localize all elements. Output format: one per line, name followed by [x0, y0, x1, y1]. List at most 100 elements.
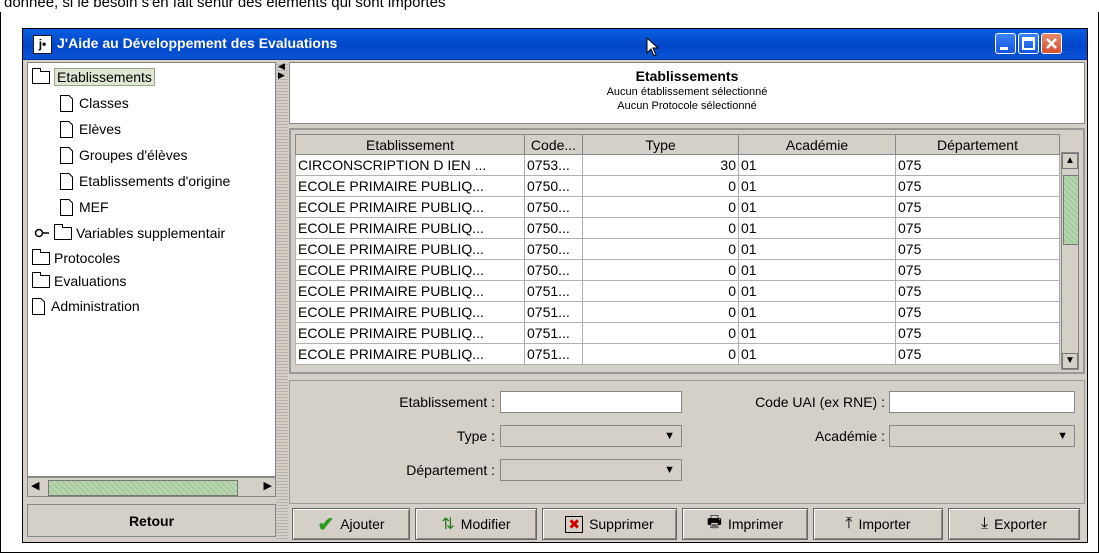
- tree-item-label: Etablissements d'origine: [79, 173, 231, 189]
- collapse-left-icon[interactable]: ◀ ▶: [278, 62, 285, 80]
- cell-type: 0: [582, 217, 739, 239]
- navigation-tree[interactable]: Etablissements Classes Elèves Groupes d'…: [27, 62, 276, 477]
- tree-horizontal-scrollbar[interactable]: ◀ ▶: [27, 477, 276, 497]
- cell-academie: 01: [738, 196, 896, 218]
- close-button[interactable]: [1041, 33, 1062, 54]
- tree-item-eleves[interactable]: Elèves: [60, 119, 121, 139]
- tree-item-label: Classes: [79, 95, 129, 111]
- table-row[interactable]: CIRCONSCRIPTION D IEN ... 0753... 30 01 075: [295, 154, 1060, 176]
- table-row[interactable]: ECOLE PRIMAIRE PUBLIQ... 0750... 0 01 075: [295, 259, 1060, 281]
- code-uai-label: Code UAI (ex RNE) :: [755, 394, 885, 410]
- tree-item-etablissements[interactable]: Etablissements: [32, 67, 155, 87]
- code-uai-input[interactable]: [889, 391, 1075, 413]
- tree-item-classes[interactable]: Classes: [60, 93, 129, 113]
- cell-academie: 01: [738, 154, 896, 176]
- tree-item-administration[interactable]: Administration: [32, 296, 140, 316]
- printer-icon: 🖶: [706, 513, 722, 531]
- cell-code: 0750...: [524, 238, 583, 260]
- scroll-left-icon[interactable]: ◀: [31, 479, 39, 492]
- title-bar[interactable]: j• J'Aide au Développement des Evaluatio…: [23, 29, 1087, 60]
- cell-code: 0751...: [524, 280, 583, 302]
- filter-form: Etablissement : Code UAI (ex RNE) : Type…: [289, 380, 1085, 504]
- cell-code: 0751...: [524, 343, 583, 365]
- tree-item-protocoles[interactable]: Protocoles: [32, 248, 120, 268]
- print-button-label: Imprimer: [727, 516, 784, 532]
- maximize-button[interactable]: [1018, 33, 1039, 54]
- cell-academie: 01: [738, 301, 896, 323]
- column-header-academie[interactable]: Académie: [738, 134, 896, 155]
- cell-departement: 075: [895, 280, 1060, 302]
- cell-code: 0750...: [524, 217, 583, 239]
- cell-departement: 075: [895, 154, 1060, 176]
- expand-handle-icon[interactable]: [34, 228, 50, 238]
- scroll-up-icon[interactable]: ▲: [1062, 153, 1078, 169]
- cell-departement: 075: [895, 301, 1060, 323]
- cell-academie: 01: [738, 238, 896, 260]
- section-title: Etablissements: [635, 68, 739, 84]
- table-row[interactable]: ECOLE PRIMAIRE PUBLIQ... 0750... 0 01 075: [295, 175, 1060, 197]
- cell-type: 0: [582, 301, 739, 323]
- section-header: Etablissements Aucun établissement sélec…: [289, 62, 1085, 124]
- column-header-code[interactable]: Code...: [524, 134, 583, 155]
- tree-item-label: MEF: [79, 199, 109, 215]
- scrollbar-thumb[interactable]: [1063, 175, 1079, 245]
- table-row[interactable]: ECOLE PRIMAIRE PUBLIQ... 0751... 0 01 075: [295, 322, 1060, 344]
- cell-type: 0: [582, 238, 739, 260]
- table-row[interactable]: ECOLE PRIMAIRE PUBLIQ... 0751... 0 01 075: [295, 280, 1060, 302]
- tree-item-etablissements-origine[interactable]: Etablissements d'origine: [60, 171, 230, 191]
- cell-etablissement: ECOLE PRIMAIRE PUBLIQ...: [295, 175, 525, 197]
- app-window: j• J'Aide au Développement des Evaluatio…: [22, 28, 1088, 543]
- etablissement-input[interactable]: [500, 391, 682, 413]
- table-row[interactable]: ECOLE PRIMAIRE PUBLIQ... 0751... 0 01 075: [295, 301, 1060, 323]
- table-row[interactable]: ECOLE PRIMAIRE PUBLIQ... 0750... 0 01 075: [295, 217, 1060, 239]
- table-vertical-scrollbar[interactable]: ▲ ▼: [1061, 152, 1079, 370]
- cell-academie: 01: [738, 280, 896, 302]
- delete-button-label: Supprimer: [589, 516, 654, 532]
- document-icon: [60, 146, 73, 164]
- type-select[interactable]: ▼: [500, 425, 682, 447]
- edit-icon: ⇅: [441, 516, 455, 533]
- tree-item-groupes-eleves[interactable]: Groupes d'élèves: [60, 145, 188, 165]
- cell-academie: 01: [738, 259, 896, 281]
- cell-departement: 075: [895, 196, 1060, 218]
- retour-button[interactable]: Retour: [27, 504, 276, 537]
- scroll-down-icon[interactable]: ▼: [1062, 353, 1078, 369]
- column-header-departement[interactable]: Département: [895, 134, 1060, 155]
- print-button[interactable]: 🖶 Imprimer: [682, 508, 808, 540]
- cell-departement: 075: [895, 217, 1060, 239]
- tree-item-label: Etablissements: [54, 68, 155, 86]
- tree-item-label: Elèves: [79, 121, 122, 137]
- minimize-button[interactable]: [995, 33, 1016, 54]
- departement-select[interactable]: ▼: [500, 459, 682, 481]
- table-row[interactable]: ECOLE PRIMAIRE PUBLIQ... 0751... 0 01 075: [295, 343, 1060, 365]
- academie-select[interactable]: ▼: [889, 425, 1075, 447]
- column-header-type[interactable]: Type: [582, 134, 739, 155]
- scroll-right-icon[interactable]: ▶: [264, 479, 272, 492]
- document-icon: [32, 297, 45, 315]
- export-button[interactable]: ⤓ Exporter: [948, 508, 1080, 540]
- import-button[interactable]: ⤒ Importer: [813, 508, 943, 540]
- table-row[interactable]: ECOLE PRIMAIRE PUBLIQ... 0750... 0 01 075: [295, 196, 1060, 218]
- cell-etablissement: ECOLE PRIMAIRE PUBLIQ...: [295, 238, 525, 260]
- cell-type: 0: [582, 280, 739, 302]
- edit-button[interactable]: ⇅ Modifier: [415, 508, 537, 540]
- left-panel: Etablissements Classes Elèves Groupes d'…: [27, 62, 276, 539]
- panel-splitter[interactable]: ◀ ▶: [276, 62, 288, 540]
- app-icon: j•: [33, 35, 52, 54]
- tree-item-mef[interactable]: MEF: [60, 197, 109, 217]
- document-caption: donnée, si le besoin s'en fait sentir de…: [4, 0, 446, 11]
- chevron-down-icon: ▼: [664, 464, 675, 476]
- tree-item-variables-supplementaires[interactable]: Variables supplementair: [34, 223, 225, 243]
- cell-type: 0: [582, 175, 739, 197]
- cell-departement: 075: [895, 343, 1060, 365]
- add-button[interactable]: ✔ Ajouter: [292, 508, 410, 540]
- etablissements-table-panel: Etablissement Code... Type Académie Dépa…: [289, 128, 1085, 374]
- table-row[interactable]: ECOLE PRIMAIRE PUBLIQ... 0750... 0 01 075: [295, 238, 1060, 260]
- column-header-etablissement[interactable]: Etablissement: [295, 134, 525, 155]
- scrollbar-thumb[interactable]: [48, 480, 238, 496]
- cell-etablissement: ECOLE PRIMAIRE PUBLIQ...: [295, 322, 525, 344]
- chevron-down-icon: ▼: [1057, 430, 1068, 442]
- delete-button[interactable]: ✖ Supprimer: [542, 508, 677, 540]
- delete-icon: ✖: [565, 515, 584, 533]
- tree-item-evaluations[interactable]: Evaluations: [32, 271, 126, 291]
